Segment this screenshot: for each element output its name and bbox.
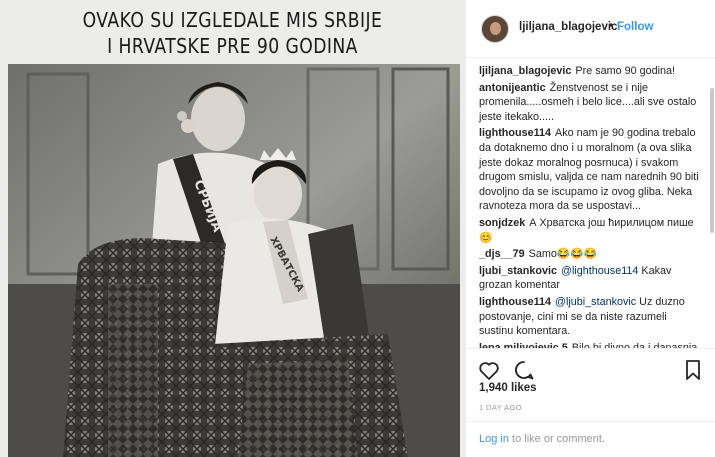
post-side-panel: ljiljana_blagojevic • Follow ljiljana_bl…: [465, 0, 715, 457]
vintage-photo: СРБИЈА ХРВАТСКА: [8, 64, 460, 457]
post-date[interactable]: 1 DAY AGO: [479, 403, 522, 412]
comment-text: Samo😂😂😂: [528, 248, 598, 261]
comment-username[interactable]: lighthouse114: [479, 127, 551, 139]
comment-mention[interactable]: @ljubi_stankovic: [555, 296, 636, 308]
comment-item: lighthouse114 @ljubi_stankovic Uz duzno p…: [479, 295, 700, 339]
comment-username[interactable]: ljubi_stankovic: [479, 265, 557, 277]
comment-item: antonijeantic Ženstvenost se i nije prome…: [479, 81, 700, 125]
clipping-title-line1: OVAKO SU IZGLEDALE MIS SRBIJE: [82, 8, 383, 32]
clipping-title-line2: I HRVATSKE PRE 90 GODINA: [107, 34, 358, 58]
comments-list[interactable]: ljiljana_blagojevic Pre samo 90 godina! an…: [466, 58, 710, 348]
comment-username[interactable]: antonijeantic: [479, 82, 546, 94]
bookmark-icon[interactable]: [681, 358, 705, 382]
login-prompt-text: to like or comment.: [508, 433, 605, 445]
likes-count[interactable]: 1,940 likes: [479, 382, 537, 394]
comment-mention[interactable]: @lighthouse114: [561, 265, 638, 277]
comments-scrollbar[interactable]: [709, 58, 715, 348]
heart-icon[interactable]: [477, 358, 501, 382]
comment-username[interactable]: lighthouse114: [479, 296, 551, 308]
avatar[interactable]: [481, 15, 509, 43]
comment-username[interactable]: ljiljana_blagojevic: [479, 65, 571, 77]
comment-text: Pre samo 90 godina!: [575, 65, 676, 77]
comment-username[interactable]: sonjdzek: [479, 217, 525, 229]
post-header: ljiljana_blagojevic • Follow: [466, 0, 715, 58]
comment-item: ljubi_stankovic @lighthouse114 Kakav groz…: [479, 264, 700, 293]
comment-text: Ako nam je 90 godina trebalo da dotaknem…: [479, 127, 699, 213]
comment-item: lena.milivojevic.5 Bilo bi divno da i dan…: [479, 341, 700, 348]
comment-item: _djs__79 Samo😂😂😂: [479, 247, 700, 262]
comment-username[interactable]: _djs__79: [479, 248, 525, 260]
photo-illustration: СРБИЈА ХРВАТСКА: [8, 64, 460, 457]
comment-item: lighthouse114 Ako nam je 90 godina trebal…: [479, 126, 700, 214]
header-username[interactable]: ljiljana_blagojevic: [519, 21, 617, 33]
comment-item: sonjdzek А Хрватска још ћирилицом пише 😊: [479, 216, 700, 245]
scrollbar-thumb[interactable]: [710, 88, 714, 233]
post-image[interactable]: OVAKO SU IZGLEDALE MIS SRBIJE I HRVATSKE…: [0, 0, 465, 457]
follow-button[interactable]: Follow: [617, 21, 653, 33]
comment-icon[interactable]: [512, 358, 536, 382]
separator-dot: •: [609, 20, 614, 32]
login-link[interactable]: Log in: [479, 433, 509, 445]
comment-item: ljiljana_blagojevic Pre samo 90 godina!: [479, 64, 700, 79]
login-bar: Log in to like or comment.: [466, 421, 715, 457]
